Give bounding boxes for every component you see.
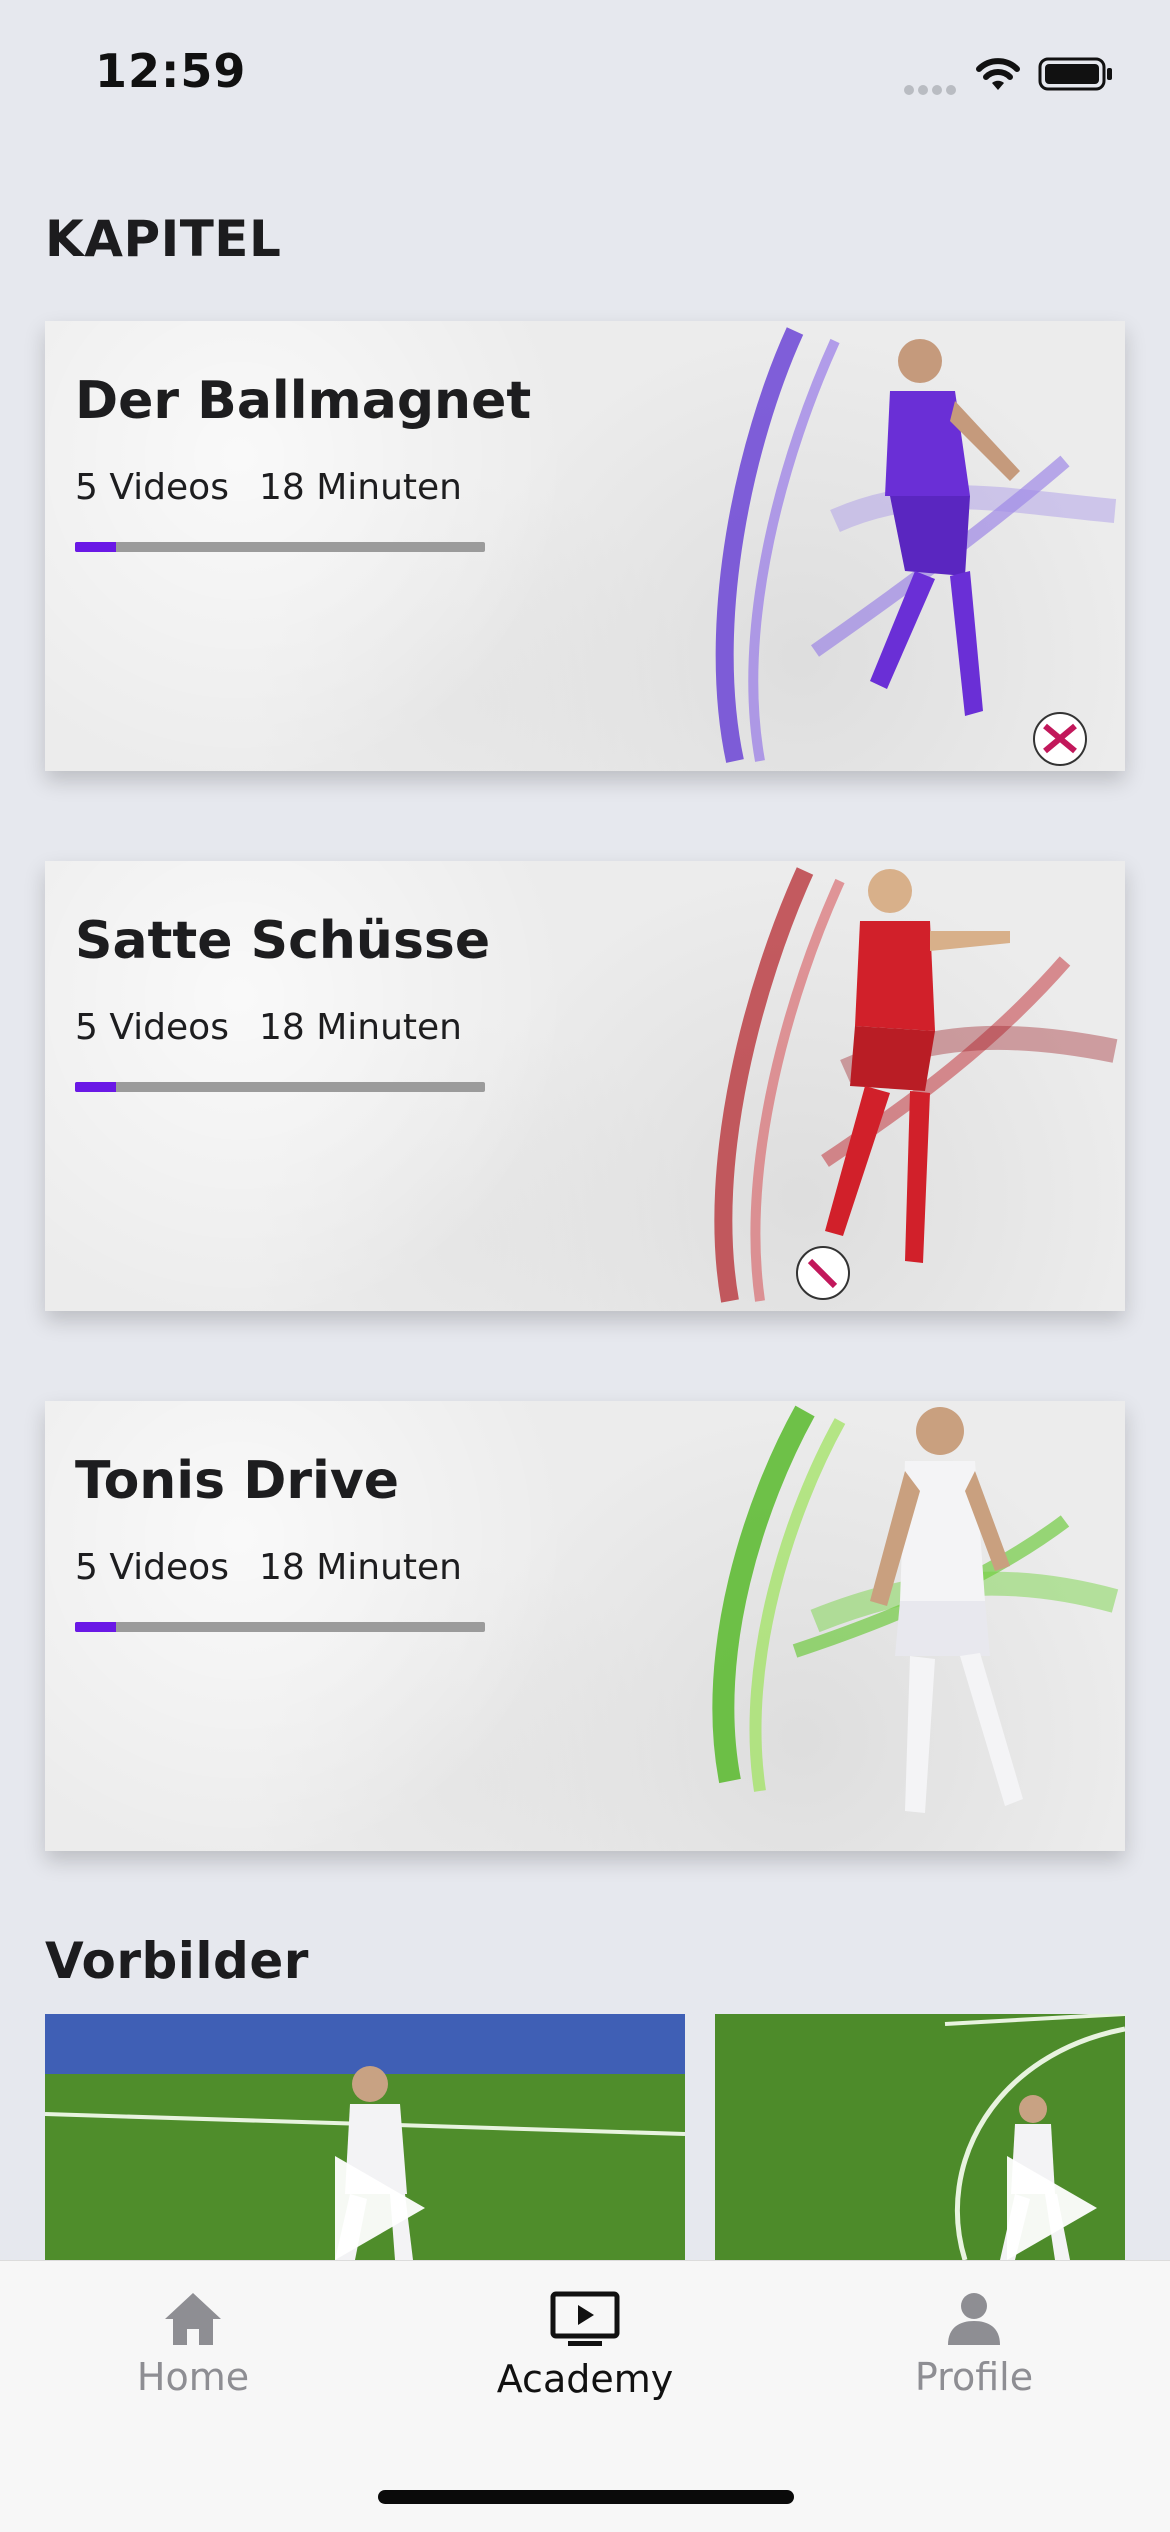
tab-academy-label: Academy	[496, 2357, 674, 2401]
battery-icon	[1038, 57, 1112, 91]
status-bar: 12:59	[0, 0, 1170, 140]
role-model-video-2[interactable]	[715, 2014, 1125, 2260]
player-illustration	[715, 327, 1117, 766]
chapter-title: Tonis Drive	[75, 1451, 399, 1511]
chapter-progress-bar	[75, 1622, 485, 1632]
chapter-card-satte-schuesse[interactable]: Satte Schüsse 5 Videos 18 Minuten	[45, 861, 1125, 1311]
person-icon	[948, 2293, 1000, 2345]
chapters-heading: KAPITEL	[45, 210, 282, 268]
chapter-card-der-ballmagnet[interactable]: Der Ballmagnet 5 Videos 18 Minuten	[45, 321, 1125, 771]
tv-play-icon	[550, 2291, 620, 2346]
chapter-title: Der Ballmagnet	[75, 371, 532, 431]
home-indicator	[378, 2490, 794, 2504]
wifi-icon	[976, 58, 1020, 90]
chapter-progress-bar	[75, 542, 485, 552]
chapter-video-count: 5 Videos	[75, 1007, 229, 1048]
chapter-progress-fill	[75, 1622, 116, 1632]
play-icon[interactable]	[335, 2156, 425, 2260]
status-time: 12:59	[95, 44, 247, 98]
chapter-duration: 18 Minuten	[258, 1007, 462, 1048]
chapter-duration: 18 Minuten	[258, 1547, 462, 1588]
tab-academy[interactable]: Academy	[465, 2291, 705, 2401]
chapter-duration: 18 Minuten	[258, 467, 462, 508]
home-icon	[165, 2293, 221, 2345]
chapter-video-count: 5 Videos	[75, 1547, 229, 1588]
tab-home-label: Home	[136, 2355, 250, 2399]
chapter-title: Satte Schüsse	[75, 911, 491, 971]
tab-profile-label: Profile	[914, 2355, 1034, 2399]
chapter-meta: 5 Videos 18 Minuten	[75, 1007, 462, 1048]
play-icon[interactable]	[1007, 2156, 1097, 2260]
chapter-progress-fill	[75, 542, 116, 552]
chapter-meta: 5 Videos 18 Minuten	[75, 1547, 462, 1588]
chapter-card-tonis-drive[interactable]: Tonis Drive 5 Videos 18 Minuten	[45, 1401, 1125, 1851]
player-illustration	[712, 1405, 1119, 1813]
tab-profile[interactable]: Profile	[854, 2291, 1094, 2399]
chapter-progress-fill	[75, 1082, 116, 1092]
tab-home[interactable]: Home	[73, 2291, 313, 2399]
chapter-meta: 5 Videos 18 Minuten	[75, 467, 462, 508]
signal-icon	[904, 80, 962, 95]
player-illustration	[714, 867, 1118, 1303]
role-model-video-1[interactable]	[45, 2014, 685, 2260]
role-models-heading: Vorbilder	[45, 1932, 309, 1990]
chapter-progress-bar	[75, 1082, 485, 1092]
chapter-video-count: 5 Videos	[75, 467, 229, 508]
